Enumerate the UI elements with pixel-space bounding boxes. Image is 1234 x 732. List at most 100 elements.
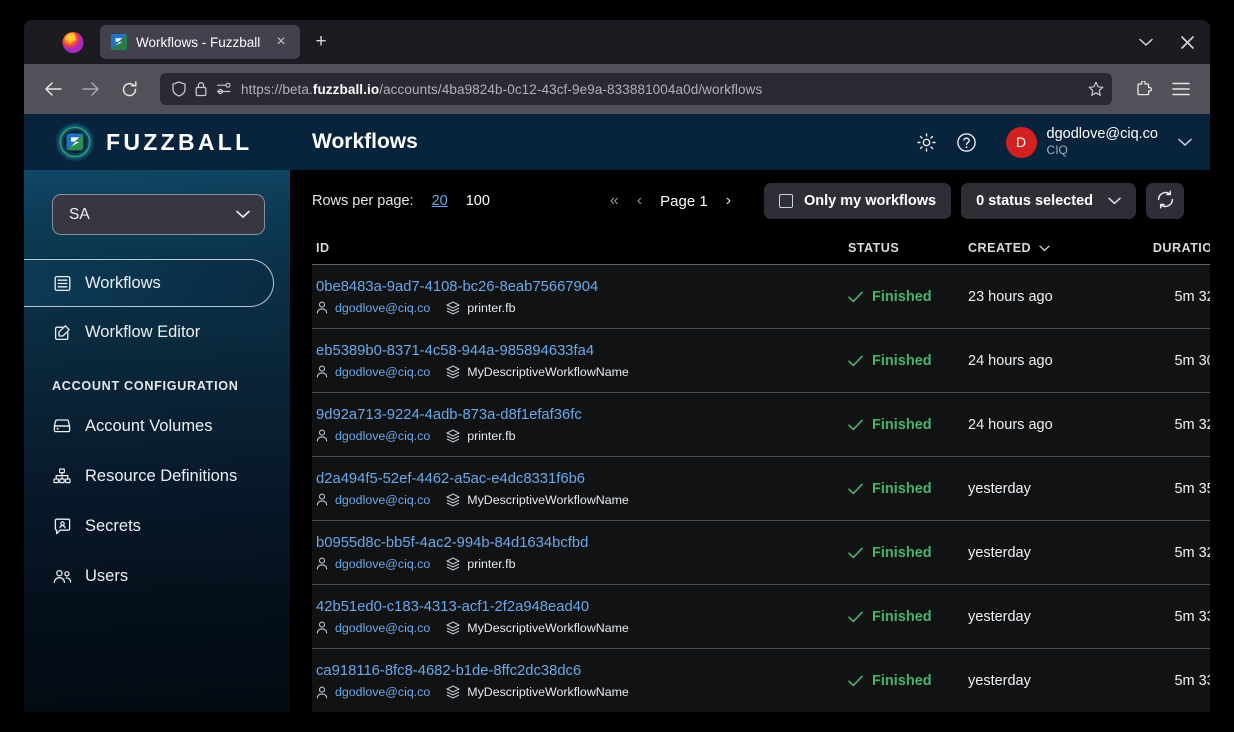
sidebar-item-label: Workflows — [85, 273, 161, 292]
workflow-owner[interactable]: dgodlove@ciq.co — [335, 301, 430, 315]
workflow-owner[interactable]: dgodlove@ciq.co — [335, 365, 430, 379]
list-icon — [52, 273, 72, 293]
bookmark-star-icon[interactable] — [1088, 81, 1104, 97]
workflow-owner[interactable]: dgodlove@ciq.co — [335, 685, 430, 699]
sidebar-item-secrets[interactable]: Secrets — [24, 501, 290, 551]
window-controls — [1139, 20, 1202, 64]
status-badge: Finished — [848, 353, 968, 369]
workflow-id-link[interactable]: 0be8483a-9ad7-4108-bc26-8eab75667904 — [316, 279, 848, 295]
status-label: Finished — [872, 416, 932, 433]
workflow-name: printer.fb — [467, 428, 516, 443]
permissions-icon[interactable] — [216, 82, 232, 96]
only-my-workflows-checkbox[interactable]: Only my workflows — [763, 183, 952, 219]
sidebar-item-workflows[interactable]: Workflows — [24, 259, 274, 307]
sidebar-nav: Workflows Workflow Editor ACCOUNT CONFIG… — [24, 259, 290, 601]
sidebar-item-users[interactable]: Users — [24, 551, 290, 601]
column-header-duration[interactable]: DURATION — [1108, 241, 1210, 255]
table-row[interactable]: 42b51ed0-c183-4313-acf1-2f2a948ead40 dgod… — [312, 585, 1210, 649]
column-header-status[interactable]: STATUS — [848, 241, 968, 255]
window-close-icon[interactable] — [1181, 35, 1194, 49]
next-page-button[interactable]: › — [726, 192, 731, 210]
fuzzball-logo-icon — [54, 121, 96, 163]
status-label: Finished — [872, 544, 932, 561]
brand-header: FUZZBALL — [24, 114, 290, 170]
url-host: fuzzball.io — [312, 81, 380, 97]
lock-icon[interactable] — [195, 81, 207, 97]
url-text[interactable]: https://beta.fuzzball.io/accounts/4ba982… — [241, 82, 1079, 97]
back-button[interactable] — [36, 72, 70, 106]
created-time: 23 hours ago — [968, 288, 1053, 305]
workflow-owner[interactable]: dgodlove@ciq.co — [335, 557, 430, 571]
workflow-id-link[interactable]: eb5389b0-8371-4c58-944a-985894633fa4 — [316, 343, 848, 359]
workflow-name: MyDescriptiveWorkflowName — [467, 364, 629, 379]
url-host-prefix: beta. — [282, 81, 313, 97]
shield-icon[interactable] — [172, 81, 186, 97]
extensions-icon[interactable] — [1126, 72, 1160, 106]
prev-page-button[interactable]: ‹ — [637, 192, 642, 210]
workflow-id-link[interactable]: b0955d8c-bb5f-4ac2-994b-84d1634bcfbd — [316, 535, 848, 551]
account-select[interactable]: SA — [52, 194, 265, 235]
new-tab-button[interactable]: + — [310, 31, 332, 53]
table-row[interactable]: eb5389b0-8371-4c58-944a-985894633fa4 dgod… — [312, 329, 1210, 393]
user-menu[interactable]: D dgodlove@ciq.co CIQ — [1005, 126, 1192, 158]
rows-per-page-option-20[interactable]: 20 — [432, 193, 448, 209]
sidebar-item-workflow-editor[interactable]: Workflow Editor — [24, 307, 290, 357]
sort-chevron-down-icon — [1039, 241, 1050, 255]
url-bar[interactable]: https://beta.fuzzball.io/accounts/4ba982… — [160, 73, 1112, 105]
chevron-down-icon — [1178, 138, 1192, 147]
table-header-row: ID STATUS CREATED DURATION — [312, 232, 1210, 265]
layers-icon — [446, 300, 460, 315]
tab-close-icon[interactable]: × — [270, 31, 292, 53]
first-page-button[interactable]: « — [610, 192, 619, 210]
check-icon — [848, 547, 863, 559]
sidebar-item-resource-definitions[interactable]: Resource Definitions — [24, 451, 290, 501]
table-row[interactable]: d2a494f5-52ef-4462-a5ac-e4dc8331f6b6 dgod… — [312, 457, 1210, 521]
browser-nav-bar: https://beta.fuzzball.io/accounts/4ba982… — [24, 64, 1210, 114]
fuzzball-favicon-icon — [111, 34, 127, 50]
workflow-name: printer.fb — [467, 556, 516, 571]
duration-value: 5m 32s — [1174, 544, 1210, 561]
duration-value: 5m 32s — [1174, 416, 1210, 433]
toolbar-filters: Only my workflows 0 status selected — [763, 183, 1184, 219]
workflow-owner[interactable]: dgodlove@ciq.co — [335, 429, 430, 443]
list-all-tabs-icon[interactable] — [1139, 38, 1153, 47]
workflow-owner[interactable]: dgodlove@ciq.co — [335, 493, 430, 507]
table-row[interactable]: ca918116-8fc8-4682-b1de-8ffc2dc38dc6 dgod… — [312, 649, 1210, 712]
table-row[interactable]: 9d92a713-9224-4adb-873a-d8f1efaf36fc dgod… — [312, 393, 1210, 457]
sidebar-item-account-volumes[interactable]: Account Volumes — [24, 401, 290, 451]
status-badge: Finished — [848, 673, 968, 689]
workflow-name: MyDescriptiveWorkflowName — [467, 492, 629, 507]
browser-tab-workflows[interactable]: Workflows - Fuzzball × — [100, 25, 300, 59]
column-header-created[interactable]: CREATED — [968, 241, 1108, 255]
forward-button[interactable] — [74, 72, 108, 106]
lightbulb-icon[interactable] — [910, 125, 944, 159]
created-time: yesterday — [968, 608, 1031, 625]
refresh-button[interactable] — [1146, 183, 1184, 219]
table-row[interactable]: b0955d8c-bb5f-4ac2-994b-84d1634bcfbd dgod… — [312, 521, 1210, 585]
workflow-id-link[interactable]: 42b51ed0-c183-4313-acf1-2f2a948ead40 — [316, 599, 848, 615]
column-header-id[interactable]: ID — [312, 241, 848, 255]
sidebar-item-label: Users — [85, 566, 129, 585]
app-header: Workflows D dgodlove@ciq.co CIQ — [290, 114, 1210, 170]
reload-button[interactable] — [112, 72, 146, 106]
status-badge: Finished — [848, 417, 968, 433]
check-icon — [848, 611, 863, 623]
workflow-owner[interactable]: dgodlove@ciq.co — [335, 621, 430, 635]
sidebar-item-label: Secrets — [85, 516, 141, 535]
help-circle-icon[interactable] — [950, 125, 984, 159]
table-row[interactable]: 0be8483a-9ad7-4108-bc26-8eab75667904 dgod… — [312, 265, 1210, 329]
account-select-value: SA — [69, 205, 90, 223]
workflow-name: MyDescriptiveWorkflowName — [467, 685, 629, 699]
checkbox-icon — [778, 194, 793, 208]
person-icon — [316, 621, 328, 634]
workflow-id-link[interactable]: d2a494f5-52ef-4462-a5ac-e4dc8331f6b6 — [316, 471, 848, 487]
workflow-id-link[interactable]: ca918116-8fc8-4682-b1de-8ffc2dc38dc6 — [316, 663, 848, 679]
status-filter-dropdown[interactable]: 0 status selected — [961, 183, 1136, 219]
pagination: « ‹ Page 1 › — [610, 192, 731, 210]
workflow-id-link[interactable]: 9d92a713-9224-4adb-873a-d8f1efaf36fc — [316, 407, 848, 423]
check-icon — [848, 291, 863, 303]
app-menu-icon[interactable] — [1164, 72, 1198, 106]
rows-per-page-option-100[interactable]: 100 — [466, 193, 490, 209]
layers-icon — [446, 685, 460, 699]
duration-value: 5m 33s — [1174, 673, 1210, 689]
